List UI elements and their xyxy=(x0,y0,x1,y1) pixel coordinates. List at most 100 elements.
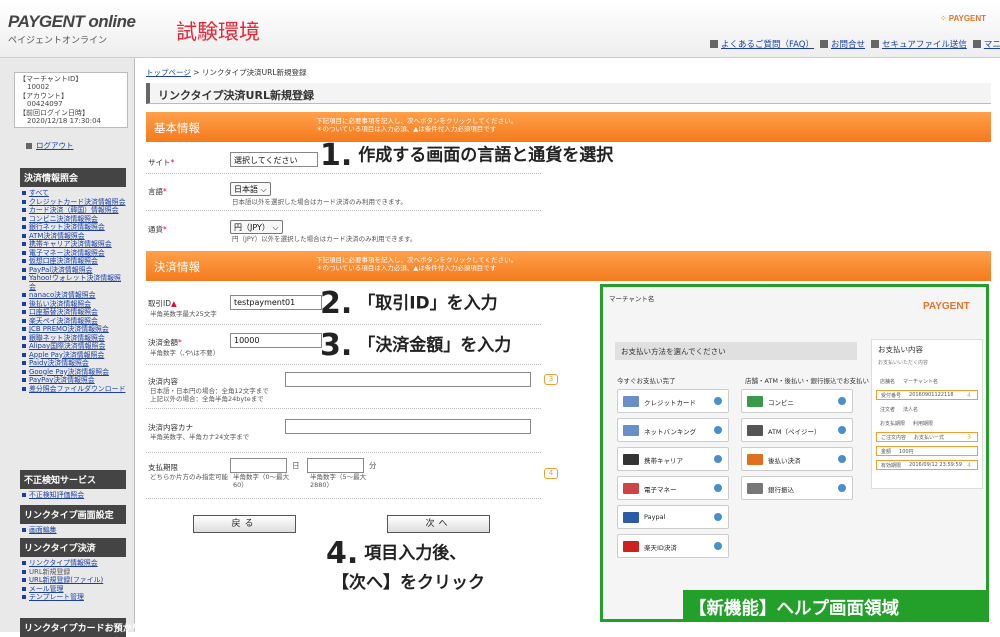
sidebar-item[interactable]: 後払い決済情報照会 xyxy=(20,300,126,309)
chevron-down-icon: ⌵ xyxy=(272,223,279,232)
sidebar-item[interactable]: すべて xyxy=(20,189,126,198)
sidebar-item[interactable]: カード決済（韓国）情報照会 xyxy=(20,206,126,215)
method-label: 銀行振込 xyxy=(768,486,794,494)
detail-value: お支払いー式 xyxy=(914,434,945,441)
sidebar-section-link-card: リンクタイプカードお預かり xyxy=(20,618,141,637)
link-arrow-icon xyxy=(819,40,828,48)
site-select[interactable]: 選択してください xyxy=(230,152,318,167)
brand-logo: ⁘ PAYGENT xyxy=(940,14,986,23)
sidebar-item[interactable]: ATM決済情報照会 xyxy=(20,232,126,241)
sidebar-section-title: 決済情報照会 xyxy=(20,168,126,187)
sidebar-item[interactable]: nanaco決済情報照会 xyxy=(20,291,126,300)
chevron-down-icon: ⌵ xyxy=(260,185,267,194)
detail-value: 2016/09/12 23:59:59 xyxy=(909,462,962,468)
sidebar-item[interactable]: Yahoo!ウォレット決済情報照会 xyxy=(20,274,126,291)
help-panel-preview: マーチャント名 PAYGENT お支払い方法を選んでください 今すぐお支払い完了… xyxy=(600,284,989,622)
divider xyxy=(146,364,541,365)
deferred-icon xyxy=(747,454,763,465)
annotation-step-3: 3. 「決済金額」を入力 xyxy=(320,328,511,363)
band-note-line: 下記項目に必要事項を記入し、次へボタンをクリックしてください。 xyxy=(316,117,518,125)
sidebar-item[interactable]: 電子マネー決済情報照会 xyxy=(20,249,126,258)
detail-value: 利用期限 xyxy=(913,420,934,427)
bank-icon xyxy=(623,425,639,436)
sidebar-item[interactable]: 差分照会ファイルダウンロード xyxy=(20,385,126,394)
sidebar-section-payment-inquiry: 決済情報照会 すべて クレジットカード決済情報照会 カード決済（韓国）情報照会 … xyxy=(20,168,126,393)
sidebar-item[interactable]: 銀行ネット決済情報照会 xyxy=(20,223,126,232)
sidebar-item[interactable]: 銀聯ネット決済情報照会 xyxy=(20,334,126,343)
band-note-line: ＊のついている項目は入力必須、▲は条件付入力必須項目です xyxy=(316,125,497,133)
chevron-right-icon xyxy=(838,397,846,405)
kana-input[interactable] xyxy=(285,419,531,434)
trade-id-note: 半角英数字最大25文字 xyxy=(150,310,217,318)
contact-label: お問合せ xyxy=(830,40,865,50)
sidebar-item[interactable]: JCB PREMO決済情報照会 xyxy=(20,325,126,334)
content-input[interactable] xyxy=(285,372,531,387)
breadcrumb-home[interactable]: トップページ xyxy=(146,68,191,77)
sidebar-item[interactable]: リンクタイプ情報照会 xyxy=(20,559,126,568)
sidebar-item[interactable]: クレジットカード決済情報照会 xyxy=(20,198,126,207)
sidebar-item[interactable]: Alipay国際決済情報照会 xyxy=(20,342,126,351)
annotation-number: 4. xyxy=(326,536,359,571)
annotation-text: 作成する画面の言語と通貨を選択 xyxy=(358,145,614,166)
amount-input[interactable]: 10000 xyxy=(230,333,322,348)
help-later-label: 店舗・ATM・後払い・銀行振込でお支払い xyxy=(745,377,870,385)
limit-days-input[interactable] xyxy=(230,458,287,473)
language-select[interactable]: 日本語 ⌵ xyxy=(230,182,271,196)
sidebar-item[interactable]: 仮想口座決済情報照会 xyxy=(20,257,126,266)
limit-note: どちらか片方のみ指定可能 xyxy=(150,473,228,481)
chevron-right-icon xyxy=(714,397,722,405)
band-note-line: 下記項目に必要事項を記入し、次へボタンをクリックしてください。 xyxy=(316,256,518,264)
currency-note: 円（JPY）以外を選択した場合はカード決済のみ利用できます。 xyxy=(232,235,417,243)
sidebar-item[interactable]: Apple Pay決済情報照会 xyxy=(20,351,126,360)
limit-minutes-input[interactable] xyxy=(307,458,364,473)
currency-select[interactable]: 円（JPY） ⌵ xyxy=(230,220,283,234)
breadcrumb-current: リンクタイプ決済URL新規登録 xyxy=(201,68,307,77)
faq-link[interactable]: よくあるご質問（FAQ） xyxy=(710,38,814,50)
sidebar-item-current[interactable]: URL新規登録 xyxy=(20,568,126,577)
chevron-right-icon xyxy=(714,426,722,434)
detail-row: 金額 100円 xyxy=(876,446,978,456)
sidebar-item[interactable]: 楽天ペイ決済情報照会 xyxy=(20,317,126,326)
content-label: 決済内容 xyxy=(148,377,178,386)
required-mark: * xyxy=(178,338,182,347)
sidebar-item[interactable]: 口座振替決済情報照会 xyxy=(20,308,126,317)
day-unit: 日 xyxy=(292,461,300,470)
trade-id-label-text: 取引ID xyxy=(148,299,171,308)
sidebar-item[interactable]: 画面編集 xyxy=(20,526,126,535)
detail-row: お支払期限 利用期限 xyxy=(876,418,978,428)
account-line: 2020/12/18 17:30:04 xyxy=(27,117,102,126)
divider xyxy=(146,324,541,325)
account-line: 【前回ログイン日時】 xyxy=(19,108,89,117)
help-tip-4[interactable]: 4 xyxy=(544,468,558,479)
sidebar-item[interactable]: 携帯キャリア決済情報照会 xyxy=(20,240,126,249)
account-line: 【アカウント】 xyxy=(19,91,68,100)
sidebar-item[interactable]: Google Pay決済情報照会 xyxy=(20,368,126,377)
detail-key: 店舗名 xyxy=(880,378,896,385)
back-button[interactable]: 戻る xyxy=(193,515,296,533)
logout-link[interactable]: ログアウト xyxy=(26,140,74,151)
conditional-mark: ▲ xyxy=(171,299,177,308)
paygent-logo[interactable]: PAYGENT online ペイジェントオンライン xyxy=(8,12,136,46)
contact-link[interactable]: お問合せ xyxy=(819,38,865,50)
sidebar-item[interactable]: PayPay決済情報照会 xyxy=(20,376,126,385)
sidebar-item[interactable]: テンプレート管理 xyxy=(20,593,126,602)
help-choose-header: お支払い方法を選んでください xyxy=(615,342,857,360)
trade-id-input[interactable]: testpayment01 xyxy=(230,295,322,310)
sidebar-item[interactable]: URL新規登録(ファイル) xyxy=(20,576,126,585)
detail-value: マーチャント名 xyxy=(903,378,938,385)
currency-label-text: 通貨 xyxy=(148,225,163,234)
sidebar-item[interactable]: 不正検知評価照会 xyxy=(20,491,126,500)
help-tip-3[interactable]: 3 xyxy=(544,374,558,385)
sidebar-item[interactable]: コンビニ決済情報照会 xyxy=(20,215,126,224)
manual-link[interactable]: マニュアル xyxy=(972,38,1000,50)
sidebar-item[interactable]: PayPal決済情報照会 xyxy=(20,266,126,275)
link-arrow-icon xyxy=(710,40,718,48)
sidebar-item[interactable]: Paidy決済情報照会 xyxy=(20,359,126,368)
next-button[interactable]: 次へ xyxy=(387,515,490,533)
band-note: 下記項目に必要事項を記入し、次へボタンをクリックしてください。 ＊のついている項目… xyxy=(316,117,517,133)
currency-label: 通貨* xyxy=(148,224,167,235)
credit-card-icon xyxy=(623,396,639,407)
method-carrier: 携帯キャリア xyxy=(617,447,729,471)
secure-file-link[interactable]: セキュアファイル送信 xyxy=(870,38,967,50)
sidebar-item[interactable]: メール管理 xyxy=(20,585,126,594)
